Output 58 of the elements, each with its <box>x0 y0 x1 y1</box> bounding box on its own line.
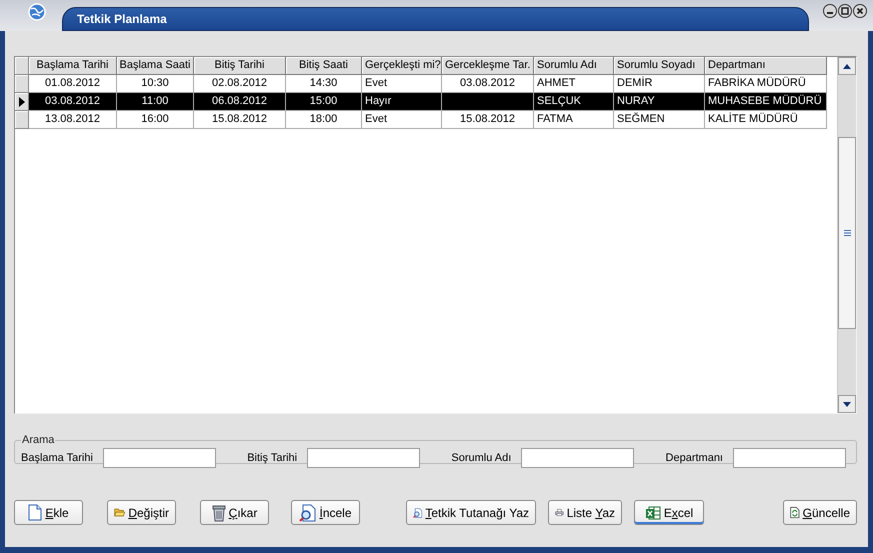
table-cell: 03.08.2012 <box>29 93 117 111</box>
close-icon[interactable] <box>853 4 867 18</box>
new-button[interactable]: Ekle <box>14 500 83 525</box>
view-button[interactable]: İncele <box>291 500 360 525</box>
row-selector[interactable] <box>15 93 29 111</box>
column-header[interactable]: Gerçekleşti mi? <box>362 57 442 75</box>
table-cell: Evet <box>362 111 442 129</box>
table-cell: SELÇUK <box>534 93 614 111</box>
refresh-icon <box>790 504 800 521</box>
spreadsheet-icon <box>644 504 661 520</box>
edit-button[interactable]: Değiştir <box>107 500 176 525</box>
field-label: Departmanı <box>666 452 723 464</box>
scrollbar[interactable] <box>837 57 856 413</box>
column-header[interactable]: Departmanı <box>705 57 827 75</box>
scroll-up-icon[interactable] <box>843 64 851 68</box>
maximize-icon[interactable] <box>838 4 852 18</box>
column-header[interactable]: Sorumlu Adı <box>534 57 614 75</box>
table-cell: NURAY <box>614 93 705 111</box>
table-cell: FATMA <box>534 111 614 129</box>
table-cell: 11:00 <box>117 93 194 111</box>
input-field[interactable] <box>521 448 634 468</box>
scroll-down-icon[interactable] <box>843 402 851 406</box>
grip-icon <box>844 230 850 236</box>
table-cell: 13.08.2012 <box>29 111 117 129</box>
print-button[interactable]: Liste Yaz <box>548 500 622 525</box>
field-label: Bitiş Tarihi <box>247 452 298 464</box>
table-cell: 06.08.2012 <box>194 93 286 111</box>
field-label: Sorumlu Adı <box>451 452 512 464</box>
excel-button[interactable]: Excel <box>634 500 704 525</box>
column-header[interactable]: Gercekleşme Tar. <box>442 57 534 75</box>
column-header[interactable]: Bitiş Tarihi <box>194 57 286 75</box>
current-row-icon <box>18 96 24 106</box>
table-cell: 15:00 <box>286 93 362 111</box>
group-title: Arama <box>21 434 56 446</box>
input-field[interactable] <box>733 448 846 468</box>
magnifier-document-icon <box>299 504 316 522</box>
table-cell: 16:00 <box>117 111 194 129</box>
delete-button[interactable]: Çıkar <box>200 500 269 525</box>
minimize-icon[interactable] <box>823 4 837 18</box>
table-cell: SEĞMEN <box>614 111 705 129</box>
column-header[interactable]: Başlama Tarihi <box>29 57 117 75</box>
column-header[interactable]: Başlama Saati <box>117 57 194 75</box>
table-cell: 18:00 <box>286 111 362 129</box>
table-cell: 15.08.2012 <box>442 111 534 129</box>
input-field[interactable] <box>307 448 420 468</box>
report-button[interactable]: Tetkik Tutanağı Yaz <box>406 500 536 525</box>
table-cell: KALİTE MÜDÜRÜ <box>705 111 827 129</box>
trash-icon <box>212 504 226 522</box>
window-title: Tetkik Planlama <box>77 12 167 26</box>
field-label: Başlama Tarihi <box>21 452 93 464</box>
table-cell: 15.08.2012 <box>194 111 286 129</box>
table-cell: Hayır <box>362 93 442 111</box>
table-cell: MUHASEBE MÜDÜRÜ <box>705 93 827 111</box>
column-header[interactable]: Sorumlu Soyadı <box>614 57 705 75</box>
input-field[interactable] <box>102 448 216 468</box>
column-header[interactable]: Bitiş Saati <box>286 57 362 75</box>
document-icon <box>28 504 42 521</box>
refresh-button[interactable]: Güncelle <box>783 500 857 525</box>
